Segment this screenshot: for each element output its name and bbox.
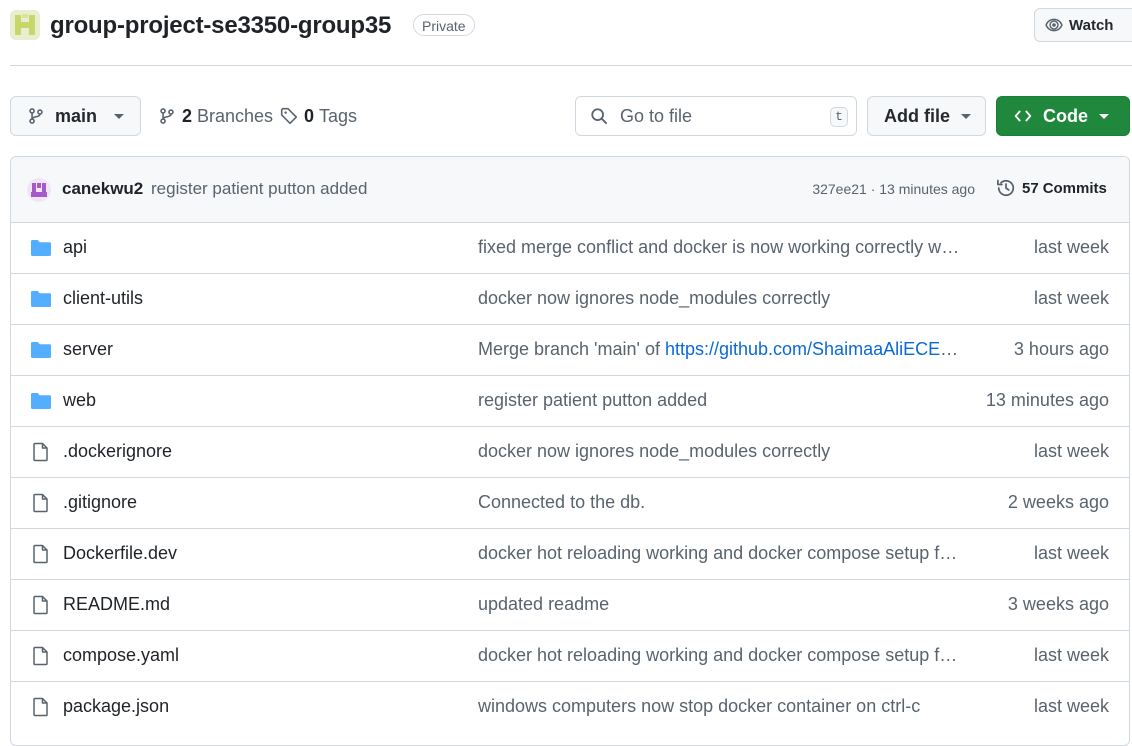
eye-icon [1045, 18, 1063, 32]
repo-header: group-project-se3350-group35 Private Wat… [0, 0, 1132, 56]
git-branch-icon [29, 108, 43, 124]
commits-count: 57 [1022, 179, 1039, 197]
commit-message[interactable]: register patient putton added [151, 179, 367, 199]
watch-label: Watch [1069, 16, 1114, 34]
tags-link[interactable]: 0 Tags [280, 96, 357, 136]
file-commit-message[interactable]: docker now ignores node_modules correctl… [478, 288, 960, 309]
file-name[interactable]: api [63, 237, 87, 258]
file-name[interactable]: README.md [63, 594, 170, 615]
file-commit-age[interactable]: 3 weeks ago [1008, 594, 1109, 615]
file-commit-message[interactable]: docker hot reloading working and docker … [478, 543, 960, 564]
tag-icon [280, 107, 298, 125]
file-commit-age[interactable]: 2 weeks ago [1008, 492, 1109, 513]
chevron-down-icon [114, 113, 124, 119]
commit-author-avatar[interactable] [27, 178, 51, 202]
file-name[interactable]: .gitignore [63, 492, 137, 513]
file-row-dockerfile-dev[interactable]: Dockerfile.dev docker hot reloading work… [11, 529, 1129, 580]
file-row-dockerignore[interactable]: .dockerignore docker now ignores node_mo… [11, 427, 1129, 478]
folder-icon [31, 240, 51, 256]
chevron-down-icon [1099, 113, 1109, 119]
file-commit-message[interactable]: docker now ignores node_modules correctl… [478, 441, 960, 462]
file-commit-message[interactable]: docker hot reloading working and docker … [478, 645, 960, 666]
commit-author[interactable]: canekwu2 [62, 179, 143, 199]
file-name[interactable]: compose.yaml [63, 645, 179, 666]
code-icon [1014, 110, 1032, 122]
repo-toolbar: main 2 Branches 0 Tags t Add file [0, 96, 1132, 136]
branch-name: main [55, 105, 98, 126]
file-commit-age[interactable]: last week [1034, 288, 1109, 309]
folder-icon [31, 291, 51, 307]
file-row-client-utils[interactable]: client-utils docker now ignores node_mod… [11, 274, 1129, 325]
tags-label: Tags [319, 105, 358, 126]
file-commit-message[interactable]: windows computers now stop docker contai… [478, 696, 960, 717]
add-file-label: Add file [884, 105, 950, 126]
file-browser: canekwu2 register patient putton added 3… [10, 156, 1130, 746]
branches-label: Branches [197, 105, 274, 126]
file-name[interactable]: package.json [63, 696, 169, 717]
file-icon [33, 646, 48, 666]
file-row-server[interactable]: server Merge branch 'main' of https://gi… [11, 325, 1129, 376]
commits-history-link[interactable]: 57 Commits [996, 178, 1111, 198]
file-commit-age[interactable]: last week [1034, 645, 1109, 666]
file-icon [33, 493, 48, 513]
file-row-compose-yaml[interactable]: compose.yaml docker hot reloading workin… [11, 631, 1129, 682]
git-branch-icon [160, 108, 174, 124]
file-name[interactable]: web [63, 390, 96, 411]
folder-icon [31, 342, 51, 358]
file-row-api[interactable]: api fixed merge conflict and docker is n… [11, 223, 1129, 274]
commit-hash-and-time[interactable]: 327ee21 · 13 minutes ago [812, 181, 975, 197]
repo-owner-avatar[interactable] [10, 10, 40, 40]
file-row-package-json[interactable]: package.json windows computers now stop … [11, 682, 1129, 733]
file-commit-message[interactable]: updated readme [478, 594, 960, 615]
visibility-badge: Private [413, 14, 475, 36]
branches-count: 2 [182, 105, 193, 126]
go-to-file-input[interactable] [618, 104, 812, 128]
folder-icon [31, 393, 51, 409]
tags-count: 0 [304, 105, 315, 126]
chevron-down-icon [961, 113, 971, 119]
branches-link[interactable]: 2 Branches [158, 96, 273, 136]
code-label: Code [1043, 105, 1088, 126]
watch-button[interactable]: Watch [1034, 8, 1132, 42]
file-commit-age[interactable]: last week [1034, 441, 1109, 462]
file-commit-age[interactable]: 3 hours ago [1014, 339, 1109, 360]
commit-message-link[interactable]: https://github.com/ShaimaaAliECE/g… [665, 339, 960, 359]
latest-commit-bar: canekwu2 register patient putton added 3… [11, 157, 1129, 223]
keyboard-shortcut-hint: t [830, 107, 848, 127]
file-commit-age[interactable]: last week [1034, 696, 1109, 717]
commit-message-text[interactable]: Merge branch 'main' of [478, 339, 665, 359]
file-row-readme[interactable]: README.md updated readme 3 weeks ago [11, 580, 1129, 631]
history-icon [997, 179, 1015, 197]
branch-selector-button[interactable]: main [10, 96, 141, 136]
file-icon [33, 595, 48, 615]
file-commit-age[interactable]: last week [1034, 543, 1109, 564]
file-name[interactable]: server [63, 339, 113, 360]
commits-label: Commits [1042, 179, 1107, 197]
file-commit-age[interactable]: last week [1034, 237, 1109, 258]
header-divider [10, 65, 1132, 66]
add-file-button[interactable]: Add file [867, 96, 986, 136]
file-row-web[interactable]: web register patient putton added 13 min… [11, 376, 1129, 427]
repo-name[interactable]: group-project-se3350-group35 [50, 12, 391, 40]
file-commit-message[interactable]: Merge branch 'main' of https://github.co… [478, 339, 960, 360]
file-icon [33, 442, 48, 462]
file-commit-message[interactable]: fixed merge conflict and docker is now w… [478, 237, 960, 258]
search-icon [591, 108, 608, 125]
file-name[interactable]: client-utils [63, 288, 143, 309]
file-commit-message[interactable]: Connected to the db. [478, 492, 960, 513]
file-icon [33, 697, 48, 717]
code-button[interactable]: Code [996, 96, 1130, 136]
file-row-gitignore[interactable]: .gitignore Connected to the db. 2 weeks … [11, 478, 1129, 529]
go-to-file-search[interactable]: t [575, 96, 857, 136]
file-commit-message[interactable]: register patient putton added [478, 390, 960, 411]
file-icon [33, 544, 48, 564]
file-commit-age[interactable]: 13 minutes ago [986, 390, 1109, 411]
file-name[interactable]: Dockerfile.dev [63, 543, 177, 564]
file-name[interactable]: .dockerignore [63, 441, 172, 462]
